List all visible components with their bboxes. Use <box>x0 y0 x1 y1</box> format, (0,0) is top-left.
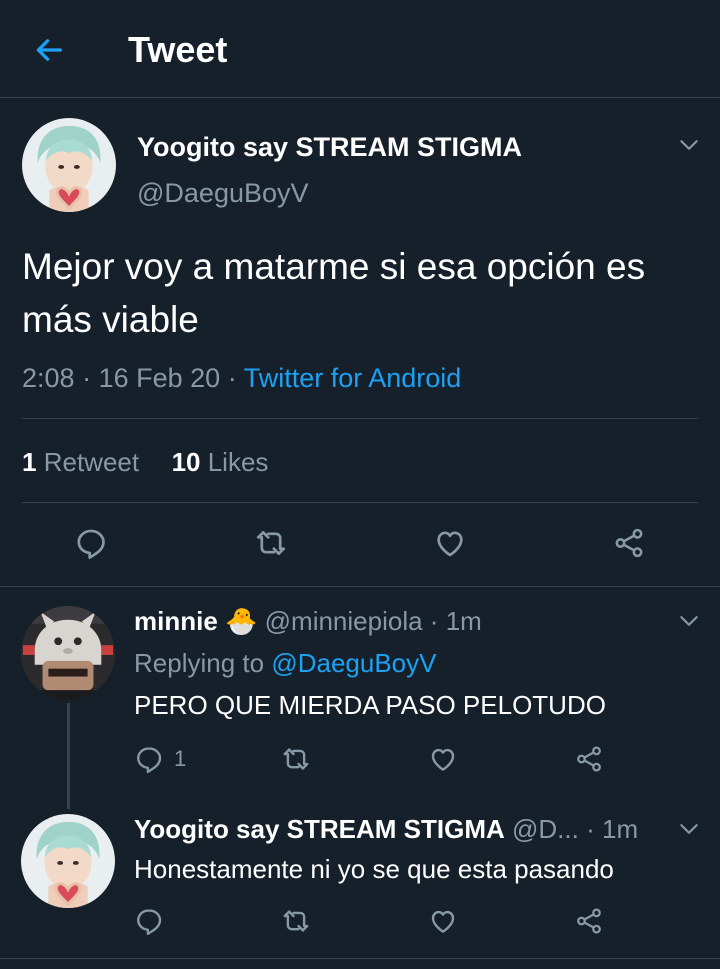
reply-text: PERO QUE MIERDA PASO PELOTUDO <box>134 690 606 720</box>
thread-connector-line <box>67 703 70 809</box>
retweet-button[interactable] <box>254 526 288 560</box>
reply-icon <box>134 744 164 774</box>
replying-to-line: Replying to @DaeguBoyV <box>134 646 436 680</box>
reply-time: 1m <box>601 814 639 844</box>
back-button[interactable] <box>22 26 76 74</box>
share-button[interactable] <box>574 744 604 774</box>
avatar-image <box>21 606 115 700</box>
reply-handle[interactable]: @minniepiola <box>265 606 423 636</box>
like-count: 10 <box>171 447 201 477</box>
share-button[interactable] <box>612 526 646 560</box>
likes-stat[interactable]: 10 Likes <box>172 447 269 477</box>
divider <box>22 502 698 503</box>
share-icon <box>574 906 604 936</box>
retweet-button[interactable] <box>281 906 311 936</box>
heart-icon <box>433 526 467 560</box>
reply-time: 1m <box>445 606 482 636</box>
meta-separator: · <box>82 363 92 393</box>
avatar[interactable] <box>22 118 116 212</box>
chevron-down-icon <box>676 608 702 634</box>
page-title: Tweet <box>128 29 228 70</box>
meta-separator: · <box>227 363 237 393</box>
like-button[interactable] <box>428 906 458 936</box>
reply-button[interactable]: 1 <box>134 744 186 774</box>
retweet-icon <box>254 526 288 560</box>
retweet-stat[interactable]: 1 Retweet <box>22 447 139 477</box>
replying-to-prefix: Replying to <box>134 648 265 678</box>
like-button[interactable] <box>433 526 467 560</box>
reply-button[interactable] <box>74 526 108 560</box>
divider <box>0 586 720 587</box>
arrow-left-icon <box>36 39 62 61</box>
top-bar: Tweet <box>0 0 720 98</box>
chevron-down-icon <box>676 816 702 842</box>
divider <box>0 958 720 959</box>
chevron-down-icon <box>676 132 702 158</box>
heart-icon <box>428 744 458 774</box>
tweet-date: 16 Feb 20 <box>98 363 221 393</box>
reply-header: minnie 🐣 @minniepiola · 1m <box>134 604 482 638</box>
avatar-image <box>22 118 116 212</box>
tweet-text: Mejor voy a matarme si esa opción es más… <box>22 246 646 340</box>
reply-icon <box>134 906 164 936</box>
share-icon <box>612 526 646 560</box>
author-handle[interactable]: @DaeguBoyV <box>137 176 309 210</box>
reply-count: 1 <box>174 746 187 771</box>
reply-options-button[interactable] <box>676 608 702 634</box>
meta-separator: · <box>429 606 439 636</box>
reply-display-name[interactable]: minnie <box>134 606 218 636</box>
retweet-count: 1 <box>22 447 37 477</box>
reply-button[interactable] <box>134 906 164 936</box>
author-display-name[interactable]: Yoogito say STREAM STIGMA <box>137 130 522 164</box>
tweet-time: 2:08 <box>22 363 75 393</box>
reply-handle[interactable]: @D... <box>512 814 579 844</box>
retweet-label: Retweet <box>43 447 140 477</box>
chick-emoji: 🐣 <box>225 606 258 636</box>
retweet-icon <box>281 744 311 774</box>
meta-separator: · <box>586 814 595 844</box>
divider <box>22 418 698 419</box>
heart-icon <box>428 906 458 936</box>
reply-avatar[interactable] <box>21 814 115 908</box>
retweet-icon <box>281 906 311 936</box>
reply-header: Yoogito say STREAM STIGMA @D... · 1m <box>134 812 666 846</box>
reply-icon <box>74 526 108 560</box>
replying-to-handle[interactable]: @DaeguBoyV <box>271 648 436 678</box>
tweet-stats: 1 Retweet 10 Likes <box>22 444 268 480</box>
tweet-options-button[interactable] <box>676 132 702 158</box>
tweet-meta: 2:08 · 16 Feb 20 · Twitter for Android <box>22 360 461 396</box>
avatar-image <box>21 814 115 908</box>
tweet-source-link[interactable]: Twitter for Android <box>244 363 462 393</box>
reply-text: Honestamente ni yo se que esta pasando <box>134 854 614 884</box>
likes-label: Likes <box>207 447 269 477</box>
reply-display-name[interactable]: Yoogito say STREAM STIGMA <box>134 814 505 844</box>
like-button[interactable] <box>428 744 458 774</box>
retweet-button[interactable] <box>281 744 311 774</box>
share-button[interactable] <box>574 906 604 936</box>
share-icon <box>574 744 604 774</box>
reply-avatar[interactable] <box>21 606 115 700</box>
reply-options-button[interactable] <box>676 816 702 842</box>
